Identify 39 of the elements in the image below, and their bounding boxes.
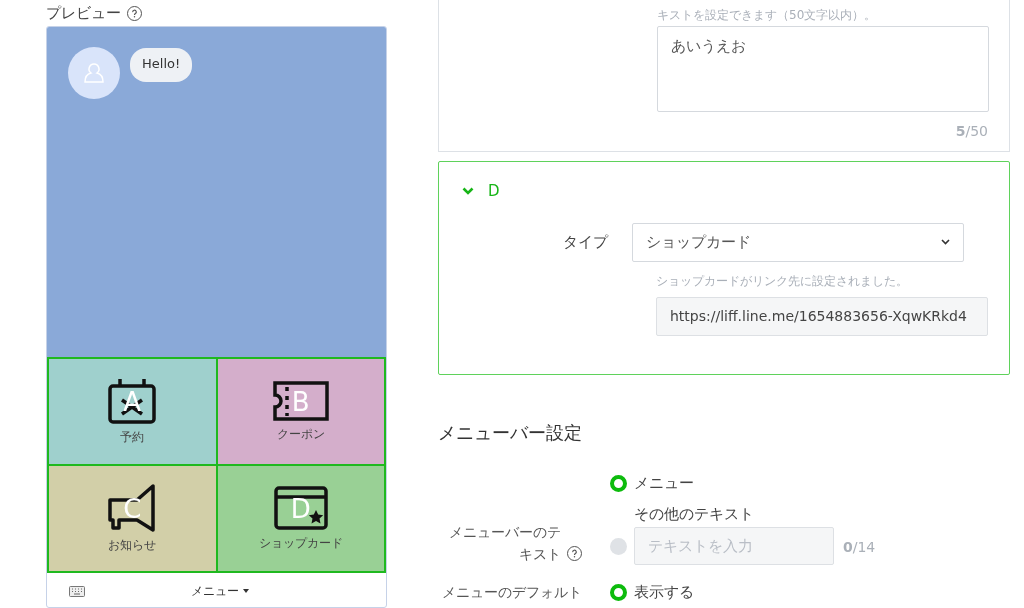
menu-bar-toggle[interactable]: メニュー <box>191 582 249 600</box>
tile-letter: D <box>290 496 311 522</box>
option-label: メニュー <box>634 473 694 494</box>
ticket-icon <box>272 380 329 421</box>
shop-card-icon <box>273 485 328 530</box>
type-dropdown[interactable]: ショップカード <box>632 222 964 262</box>
tile-letter: B <box>291 389 310 415</box>
hint-text: ショップカードがリンク先に設定されました。 <box>656 273 908 288</box>
tile-letter: C <box>123 496 142 522</box>
char-counter: 5/50 <box>954 122 988 141</box>
menu-tile[interactable]: C お知らせ <box>49 466 216 571</box>
preview-title: プレビュー <box>46 3 121 24</box>
field-label: メニューのデフォルト <box>442 584 582 600</box>
tile-label: クーポン <box>276 425 325 443</box>
tile-label: ショップカード <box>258 534 343 552</box>
text-area[interactable]: あいうえお <box>657 26 989 112</box>
menu-tile[interactable]: B クーポン <box>217 359 384 464</box>
url-field[interactable]: https://liff.line.me/1654883656-XqwKRkd4 <box>656 296 988 336</box>
action-title: D <box>488 181 500 202</box>
keyboard-icon[interactable] <box>69 585 85 597</box>
chevron-icon <box>941 239 950 245</box>
option-label: 表示する <box>634 582 694 603</box>
tile-label: お知らせ <box>108 536 157 554</box>
chat-bubble: Hello! <box>130 48 193 82</box>
avatar-icon <box>68 47 120 99</box>
option-label: その他のテキスト <box>634 503 755 525</box>
tile-label: 予約 <box>120 428 145 446</box>
char-counter: 0/14 <box>843 537 876 557</box>
radio-button[interactable] <box>610 474 627 492</box>
menu-tile[interactable]: D ショップカード <box>217 466 384 571</box>
radio-button[interactable] <box>610 537 627 555</box>
radio-button[interactable] <box>610 583 627 601</box>
section-heading: メニューバー設定 <box>438 421 583 445</box>
field-label: タイプ <box>562 231 610 253</box>
chevron-icon[interactable] <box>462 187 474 196</box>
caret-icon <box>243 589 249 593</box>
megaphone-icon <box>107 483 158 532</box>
field-label: メニューバーのテキスト <box>449 523 561 564</box>
hint-text: キストを設定できます（50文字以内）。 <box>657 8 877 22</box>
